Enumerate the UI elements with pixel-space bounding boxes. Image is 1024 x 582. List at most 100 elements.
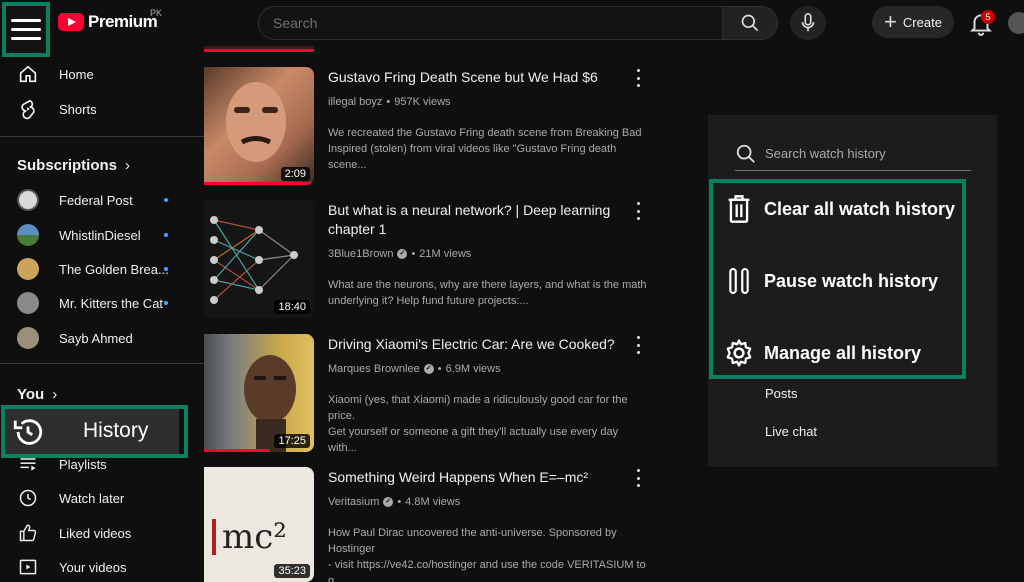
country-code: PK xyxy=(150,8,163,18)
sidebar-item-shorts[interactable]: Shorts xyxy=(0,92,204,126)
sidebar-item-home[interactable]: Home xyxy=(0,57,204,91)
channel-name[interactable]: Veritasium xyxy=(328,496,379,508)
channel-name[interactable]: illegal boyz xyxy=(328,96,382,108)
video-thumbnail[interactable]: mc² 35:23 xyxy=(204,467,314,582)
sidebar-divider xyxy=(0,363,204,364)
sidebar-item-label: Shorts xyxy=(59,101,97,117)
sidebar-item-liked-videos[interactable]: Liked videos xyxy=(0,516,204,550)
video-thumbnail[interactable]: 17:25 xyxy=(204,334,314,452)
manage-all-history-button[interactable]: Manage all history xyxy=(723,335,921,371)
search-watch-history-input[interactable]: Search watch history xyxy=(735,137,971,171)
video-thumbnail[interactable]: 18:40 xyxy=(204,200,314,318)
equation-thumbnail-text: mc² xyxy=(222,517,287,557)
highlight-edge xyxy=(179,409,184,454)
view-count: 21M views xyxy=(419,248,472,260)
subscriptions-heading[interactable]: Subscriptions › xyxy=(17,157,130,174)
video-title[interactable]: Driving Xiaomi's Electric Car: Are we Co… xyxy=(328,335,628,354)
meta-separator: • xyxy=(397,496,402,508)
search-placeholder: Search xyxy=(273,15,318,31)
history-icon xyxy=(13,419,43,445)
sidebar-item-watch-later[interactable]: Watch later xyxy=(0,481,204,515)
home-icon xyxy=(16,62,40,86)
description-line: - visit https://ve42.co/hostinger and us… xyxy=(328,559,646,582)
description-line: underlying it? Help fund future projects… xyxy=(328,295,529,307)
create-button[interactable]: + Create xyxy=(872,6,954,38)
pause-icon xyxy=(723,265,755,297)
sidebar-item-label: WhistlinDiesel xyxy=(59,227,141,243)
video-item[interactable]: 17:25 Driving Xiaomi's Electric Car: Are… xyxy=(204,334,654,454)
play-square-icon xyxy=(16,555,40,579)
menu-icon[interactable] xyxy=(2,2,50,57)
sidebar-subscription-whistlindiesel[interactable]: WhistlinDiesel xyxy=(0,218,204,252)
video-item[interactable]: 18:40 But what is a neural network? | De… xyxy=(204,200,654,318)
minus-sign-mark xyxy=(212,519,216,555)
sidebar-subscription-federal-post[interactable]: Federal Post xyxy=(0,183,204,217)
video-description: Xiaomi (yes, that Xiaomi) made a ridicul… xyxy=(328,392,648,456)
manage-all-history-label: Manage all history xyxy=(764,342,922,363)
channel-name[interactable]: 3Blue1Brown xyxy=(328,248,393,260)
channel-avatar xyxy=(16,291,40,315)
previous-video-thumbnail-edge[interactable] xyxy=(204,46,314,52)
new-content-dot xyxy=(164,301,168,305)
description-line: Get yourself or someone a gift they'll a… xyxy=(328,426,619,454)
view-count: 4.8M views xyxy=(405,496,461,508)
video-thumbnail[interactable]: 2:09 xyxy=(204,67,314,185)
chevron-right-icon: › xyxy=(52,386,58,403)
sidebar-item-label: Your videos xyxy=(59,559,127,575)
video-item[interactable]: 2:09 Gustavo Fring Death Scene but We Ha… xyxy=(204,67,654,185)
trash-icon xyxy=(723,193,755,225)
video-duration: 17:25 xyxy=(274,434,310,448)
notification-count-badge: 5 xyxy=(981,10,995,24)
video-meta: 3Blue1Brown ✓ • 21M views xyxy=(328,248,471,260)
top-bar: Premium PK Search + Create 5 xyxy=(0,0,1024,57)
description-line: How Paul Dirac uncovered the anti-univer… xyxy=(328,527,617,555)
sidebar-item-your-videos[interactable]: Your videos xyxy=(0,550,204,582)
more-options-icon[interactable] xyxy=(634,69,642,87)
sidebar-item-label: Home xyxy=(59,66,94,82)
sidebar-item-label: Mr. Kitters the Cat xyxy=(59,295,164,311)
you-heading[interactable]: You › xyxy=(17,386,57,403)
channel-name[interactable]: Marques Brownlee xyxy=(328,363,420,375)
sidebar-item-label: Federal Post xyxy=(59,192,133,208)
more-options-icon[interactable] xyxy=(634,202,642,220)
video-item[interactable]: mc² 35:23 Something Weird Happens When E… xyxy=(204,467,654,582)
history-type-posts[interactable]: Posts xyxy=(765,386,798,401)
channel-avatar xyxy=(16,188,40,212)
sidebar-subscription-mr-kitters[interactable]: Mr. Kitters the Cat xyxy=(0,286,204,320)
sidebar-item-label: Watch later xyxy=(59,490,125,506)
video-title[interactable]: Something Weird Happens When E=–mc² xyxy=(328,468,628,487)
create-label: Create xyxy=(902,14,942,30)
video-duration: 35:23 xyxy=(274,564,310,578)
gear-icon xyxy=(723,337,755,369)
you-heading-label: You xyxy=(17,386,45,403)
verified-check-icon: ✓ xyxy=(423,364,434,374)
video-duration: 2:09 xyxy=(280,167,310,181)
video-meta: illegal boyz • 957K views xyxy=(328,96,451,108)
watch-progress-bar xyxy=(204,182,314,185)
more-options-icon[interactable] xyxy=(634,336,642,354)
sidebar-item-history[interactable]: History xyxy=(1,405,188,458)
clear-all-watch-history-button[interactable]: Clear all watch history xyxy=(723,191,955,227)
video-meta: Marques Brownlee ✓ • 6.9M views xyxy=(328,363,501,375)
sidebar-item-label: Liked videos xyxy=(59,525,132,541)
sidebar-subscription-sayb-ahmed[interactable]: Sayb Ahmed xyxy=(0,321,204,355)
more-options-icon[interactable] xyxy=(634,469,642,487)
voice-search-button[interactable] xyxy=(790,6,826,40)
plus-icon: + xyxy=(884,9,897,34)
sidebar-subscription-golden-bread[interactable]: The Golden Brea... xyxy=(0,252,204,286)
video-title[interactable]: Gustavo Fring Death Scene but We Had $6 xyxy=(328,68,628,87)
shorts-icon xyxy=(16,97,40,121)
youtube-premium-logo[interactable]: Premium xyxy=(58,12,158,32)
video-title[interactable]: But what is a neural network? | Deep lea… xyxy=(328,201,618,239)
pause-watch-history-button[interactable]: Pause watch history xyxy=(723,263,938,299)
subscriptions-heading-label: Subscriptions xyxy=(17,157,118,174)
history-label: History xyxy=(83,419,149,442)
view-count: 957K views xyxy=(394,96,451,108)
watch-progress-bar xyxy=(204,449,270,452)
search-button[interactable] xyxy=(722,6,778,40)
account-avatar[interactable] xyxy=(1008,12,1024,34)
search-input[interactable]: Search xyxy=(258,6,723,40)
sidebar-item-label: Playlists xyxy=(59,456,107,472)
video-meta: Veritasium ✓ • 4.8M views xyxy=(328,496,460,508)
history-type-live-chat[interactable]: Live chat xyxy=(765,424,817,439)
